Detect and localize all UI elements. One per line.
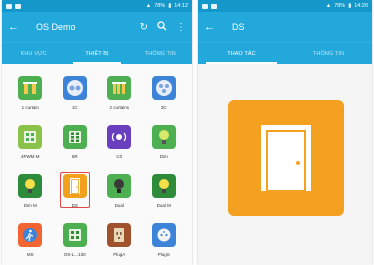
status-bar: ▲ 78% ▮ 14:12 (2, 0, 192, 12)
device-control-area (198, 64, 372, 265)
tab-bar: KHU VỰC THIẾT BỊ THÔNG TIN (2, 42, 192, 64)
device-item-pluga[interactable]: PlugA (97, 219, 142, 265)
device-item-3c[interactable]: 3C (142, 72, 187, 121)
back-arrow-icon[interactable]: ← (204, 21, 222, 33)
device-label: Dual M (156, 203, 171, 208)
device-label: MS (26, 252, 34, 257)
tab-thong-tin[interactable]: THÔNG TIN (285, 43, 372, 64)
bulb-icon (151, 125, 176, 149)
device-label: C0 (116, 154, 123, 159)
device-label: Dim M (23, 203, 37, 208)
device-label: PlugA (113, 252, 126, 257)
tab-bar: THAO TÁC THÔNG TIN (198, 42, 372, 64)
two-switch-icon (62, 76, 87, 100)
device-item-1-curtain[interactable]: 1 curtain (8, 72, 53, 121)
device-grid: 1 curtain 1C 2 curtains 3C 4PWM M 6R C0 … (2, 64, 192, 265)
page-title: OS Demo (36, 22, 76, 32)
signal-icon: ▲ (145, 3, 152, 9)
bulb-icon (107, 174, 132, 198)
device-label: PlugS (157, 252, 170, 257)
battery-icon: ▮ (168, 3, 172, 9)
device-item-os-l-130[interactable]: OS-L...130 (53, 219, 98, 265)
app-bar: ← OS Demo ↻ ⋮ (2, 12, 192, 42)
notification-icon (202, 3, 208, 9)
image-icon (211, 3, 217, 9)
sensor-icon (107, 125, 132, 149)
tab-thong-tin[interactable]: THÔNG TIN (129, 43, 192, 64)
bulb-icon (18, 174, 43, 198)
device-item-6r[interactable]: 6R (53, 121, 98, 170)
device-item-c0[interactable]: C0 (97, 121, 142, 170)
battery-icon: ▮ (348, 3, 352, 9)
curtain-icon (107, 76, 132, 100)
door-icon[interactable] (228, 100, 344, 216)
battery-percent: 78% (154, 3, 166, 9)
device-label: Dual (114, 203, 124, 208)
battery-percent: 78% (334, 3, 346, 9)
device-label: Dim (159, 154, 168, 159)
device-list-screen: ▲ 78% ▮ 14:12 ← OS Demo ↻ ⋮ KHU VỰC THIẾ… (2, 0, 192, 265)
notification-icon (6, 3, 12, 9)
device-label: 1C (71, 105, 78, 110)
image-icon (15, 3, 21, 9)
device-label: OS-L...130 (63, 252, 86, 257)
switch-panel-icon (62, 125, 87, 149)
clock: 14:12 (174, 3, 188, 9)
curtain-icon (18, 76, 43, 100)
device-label: 6R (71, 154, 78, 159)
device-item-dim-m[interactable]: Dim M (8, 170, 53, 219)
back-arrow-icon[interactable]: ← (8, 21, 26, 33)
switch-panel-icon (62, 223, 87, 247)
device-item-plugs[interactable]: PlugS (142, 219, 187, 265)
signal-icon: ▲ (325, 3, 332, 9)
device-item-ds[interactable]: DS (53, 170, 98, 219)
tab-thao-tac[interactable]: THAO TÁC (198, 43, 285, 64)
clock: 14:20 (354, 3, 368, 9)
device-label: 4PWM M (21, 154, 40, 159)
bulb-icon (151, 174, 176, 198)
tab-thiet-bi[interactable]: THIẾT BỊ (65, 43, 128, 64)
tab-khu-vuc[interactable]: KHU VỰC (2, 43, 65, 64)
switch-panel-icon (18, 125, 43, 149)
search-icon[interactable] (157, 20, 167, 34)
refresh-icon[interactable]: ↻ (140, 22, 148, 33)
device-item-dual[interactable]: Dual (97, 170, 142, 219)
app-bar: ← DS (198, 12, 372, 42)
device-item-4pwm-m[interactable]: 4PWM M (8, 121, 53, 170)
plug-icon (151, 223, 176, 247)
device-label: 1 curtain (21, 105, 39, 110)
device-label: 3C (160, 105, 167, 110)
device-item-1c[interactable]: 1C (53, 72, 98, 121)
door-icon (62, 174, 87, 198)
device-item-2-curtains[interactable]: 2 curtains (97, 72, 142, 121)
device-detail-screen: ▲ 78% ▮ 14:20 ← DS THAO TÁC THÔNG TIN (198, 0, 372, 265)
device-label: 2 curtains (109, 105, 129, 110)
three-switch-icon (151, 76, 176, 100)
overflow-menu-icon[interactable]: ⋮ (176, 22, 186, 33)
plug-icon (107, 223, 132, 247)
status-bar: ▲ 78% ▮ 14:20 (198, 0, 372, 12)
device-item-ms[interactable]: MS (8, 219, 53, 265)
device-grid-area: 1 curtain 1C 2 curtains 3C 4PWM M 6R C0 … (2, 64, 192, 265)
page-title: DS (232, 22, 245, 32)
device-item-dual-m[interactable]: Dual M (142, 170, 187, 219)
motion-sensor-icon (18, 223, 43, 247)
device-item-dim[interactable]: Dim (142, 121, 187, 170)
